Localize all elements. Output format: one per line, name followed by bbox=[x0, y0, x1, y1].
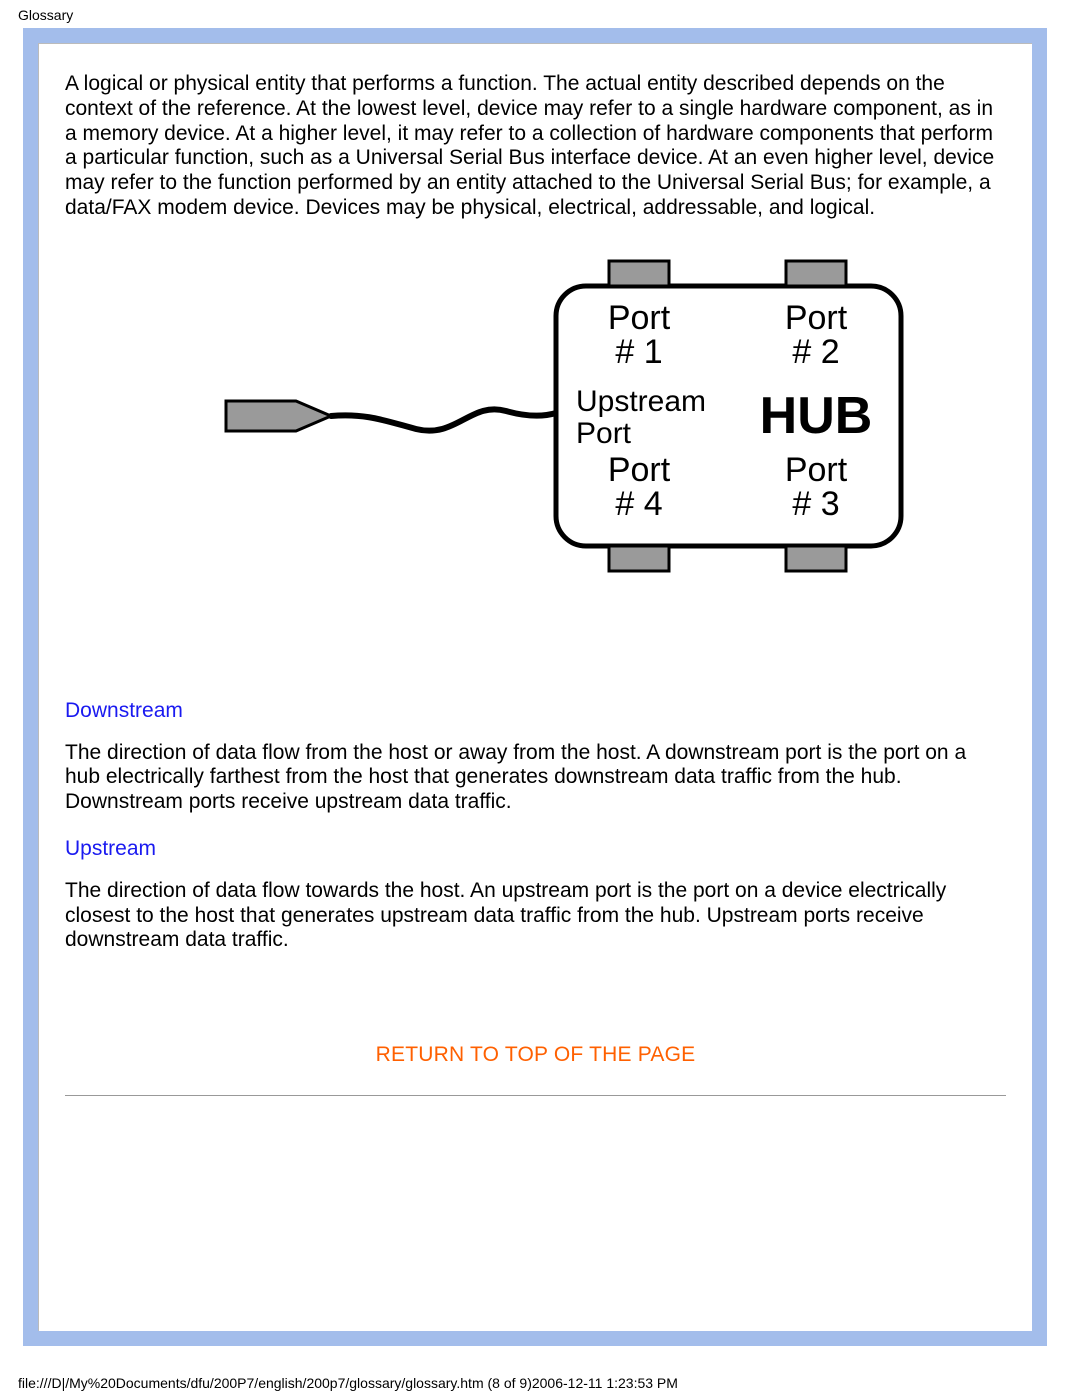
cable-plug-icon bbox=[226, 401, 331, 431]
port4-label-line2: # 4 bbox=[615, 485, 662, 523]
hub-diagram: Port # 1 Port # 2 Upstream Port HUB Port… bbox=[65, 251, 1006, 581]
port3-label-line2: # 3 bbox=[792, 485, 839, 523]
port4-connector-icon bbox=[609, 546, 669, 571]
upstream-label-line1: Upstream bbox=[576, 385, 706, 418]
cable-wire-icon bbox=[331, 409, 556, 430]
hub-diagram-svg: Port # 1 Port # 2 Upstream Port HUB Port… bbox=[126, 251, 946, 581]
downstream-heading: Downstream bbox=[65, 699, 1006, 723]
upstream-heading: Upstream bbox=[65, 837, 1006, 861]
return-to-top-link[interactable]: RETURN TO TOP OF THE PAGE bbox=[65, 1043, 1006, 1067]
port3-connector-icon bbox=[786, 546, 846, 571]
port4-label-line1: Port bbox=[607, 451, 670, 489]
port2-label-line1: Port bbox=[784, 299, 847, 337]
section-divider bbox=[65, 1095, 1006, 1096]
upstream-label-line2: Port bbox=[576, 417, 632, 450]
downstream-paragraph: The direction of data flow from the host… bbox=[65, 741, 1006, 815]
upstream-paragraph: The direction of data flow towards the h… bbox=[65, 879, 1006, 953]
page-frame: A logical or physical entity that perfor… bbox=[23, 28, 1047, 1346]
port3-label-line1: Port bbox=[784, 451, 847, 489]
content-panel: A logical or physical entity that perfor… bbox=[38, 43, 1032, 1331]
port2-label-line2: # 2 bbox=[792, 333, 839, 371]
port1-label-line2: # 1 bbox=[615, 333, 662, 371]
port1-label-line1: Port bbox=[607, 299, 670, 337]
hub-label: HUB bbox=[759, 387, 872, 445]
footer-status-line: file:///D|/My%20Documents/dfu/200P7/engl… bbox=[18, 1375, 678, 1391]
port1-connector-icon bbox=[609, 261, 669, 286]
page-header-label: Glossary bbox=[18, 7, 73, 23]
port2-connector-icon bbox=[786, 261, 846, 286]
device-paragraph: A logical or physical entity that perfor… bbox=[65, 72, 1006, 221]
